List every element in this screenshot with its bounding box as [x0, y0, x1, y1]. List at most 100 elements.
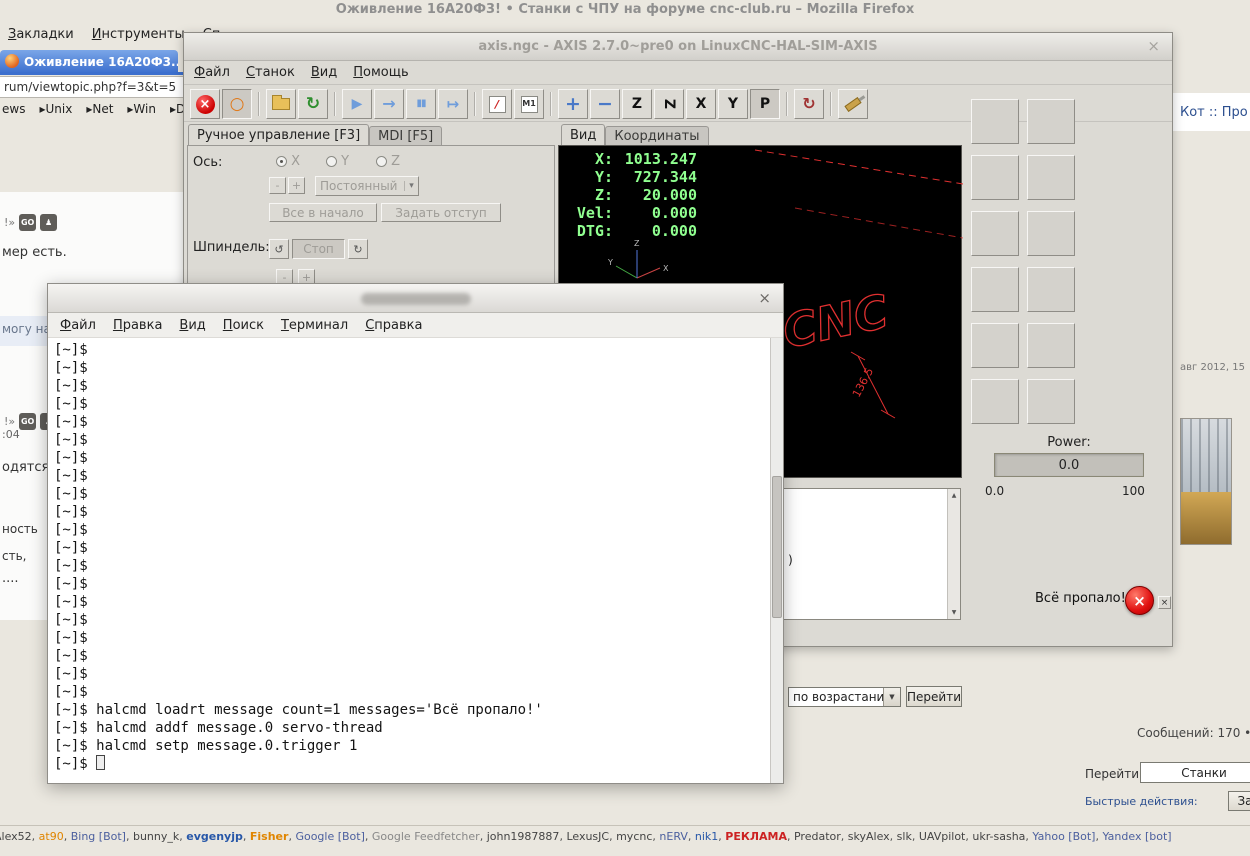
bookmark-item[interactable]: ▸Win [127, 102, 156, 116]
user-link[interactable]: evgenyjp [186, 830, 243, 843]
run-from-line-icon[interactable]: → [374, 89, 404, 119]
gcode-scrollbar[interactable]: ▲ ▼ [947, 489, 960, 619]
term-menu-item[interactable]: Вид [179, 318, 205, 333]
close-icon[interactable]: × [1147, 37, 1160, 55]
user-link[interactable]: mycnc [616, 830, 652, 843]
website-button[interactable]: GO [19, 214, 37, 231]
user-link[interactable]: skyAlex [848, 830, 890, 843]
panel-button-9[interactable] [971, 323, 1019, 368]
estop-icon[interactable]: × [190, 89, 220, 119]
term-menu-item[interactable]: Терминал [281, 318, 348, 333]
jump-select[interactable]: Станки [1140, 762, 1250, 783]
user-link[interactable]: Bing [Bot] [71, 830, 126, 843]
user-link[interactable]: at90 [39, 830, 64, 843]
pause-icon[interactable]: ▮▮ [406, 89, 436, 119]
terminal-scrollbar-thumb[interactable] [772, 476, 782, 618]
user-link[interactable]: Alex52 [0, 830, 32, 843]
zoom-in-icon[interactable]: + [558, 89, 588, 119]
user-link[interactable]: Google [Bot] [295, 830, 364, 843]
spindle-cw-icon[interactable]: ↻ [348, 239, 368, 259]
terminal-body[interactable]: [~]$ [~]$ [~]$ [~]$ [~]$ [~]$ [~]$ [~]$ [~]$ [~]$… [48, 338, 770, 783]
tab-preview[interactable]: Вид [561, 124, 606, 145]
user-link[interactable]: Fisher [250, 830, 289, 843]
panel-button-1[interactable] [971, 99, 1019, 144]
user-link[interactable]: Yahoo [Bot] [1032, 830, 1095, 843]
tab-dro[interactable]: Координаты [605, 126, 709, 145]
axis-radio-z[interactable]: Z [376, 154, 400, 169]
view-y-icon[interactable]: Y [718, 89, 748, 119]
quick-actions-button[interactable]: За [1228, 791, 1250, 811]
machine-power-icon[interactable]: ○ [222, 89, 252, 119]
zoom-out-icon[interactable]: − [590, 89, 620, 119]
topic-link[interactable]: Кот :: Про [1180, 105, 1248, 120]
axis-radio-x[interactable]: X [276, 154, 300, 169]
spindle-stop-button[interactable]: Стоп [292, 239, 345, 259]
step-icon[interactable]: ↦ [438, 89, 468, 119]
axis-radio-y[interactable]: Y [326, 154, 349, 169]
user-link[interactable]: slk [897, 830, 912, 843]
axis-menu-item[interactable]: Файл [194, 65, 230, 80]
scroll-up-icon[interactable]: ▲ [948, 490, 960, 501]
reload-icon[interactable]: ↻ [298, 89, 328, 119]
close-icon[interactable]: × [758, 289, 771, 307]
clear-plot-icon[interactable] [838, 89, 868, 119]
user-link[interactable]: Yandex [bot] [1102, 830, 1171, 843]
jog-mode-select[interactable]: Постоянный ▾ [315, 176, 419, 196]
term-menu-item[interactable]: Файл [60, 318, 96, 333]
panel-button-7[interactable] [971, 267, 1019, 312]
panel-button-3[interactable] [971, 155, 1019, 200]
view-p-icon[interactable]: P [750, 89, 780, 119]
home-all-button[interactable]: Все в начало [269, 203, 377, 222]
view-x-icon[interactable]: X [686, 89, 716, 119]
panel-button-6[interactable] [1027, 211, 1075, 256]
sort-order-select[interactable]: по возрастанию ▼ [788, 687, 901, 707]
touch-off-button[interactable]: Задать отступ [381, 203, 501, 222]
axis-menu-item[interactable]: Станок [246, 65, 295, 80]
run-icon[interactable]: ▶ [342, 89, 372, 119]
user-link[interactable]: john1987887 [487, 830, 560, 843]
jog-plus-button[interactable]: + [288, 177, 305, 194]
term-menu-item[interactable]: Поиск [223, 318, 264, 333]
view-z-rot-icon[interactable]: Z [654, 89, 684, 119]
scroll-down-icon[interactable]: ▼ [948, 607, 960, 618]
rotate-view-icon[interactable]: ↻ [794, 89, 824, 119]
user-link[interactable]: ukr-sasha [972, 830, 1025, 843]
open-file-icon[interactable] [266, 89, 296, 119]
jog-minus-button[interactable]: - [269, 177, 286, 194]
spindle-ccw-icon[interactable]: ↺ [269, 239, 289, 259]
browser-tab[interactable]: Оживление 16А20Ф3... [0, 50, 178, 73]
terminal-titlebar[interactable]: × [48, 284, 783, 313]
user-link[interactable]: UAVpilot [919, 830, 966, 843]
bookmark-item[interactable]: ews [2, 102, 25, 116]
user-link[interactable]: Predator [794, 830, 841, 843]
url-bar[interactable]: rum/viewtopic.php?f=3&t=5 [0, 76, 183, 98]
axis-titlebar[interactable]: axis.ngc - AXIS 2.7.0~pre0 on LinuxCNC-H… [184, 33, 1172, 61]
user-link[interactable]: РЕКЛАМА [725, 830, 787, 843]
optional-stop-icon[interactable]: M1 [514, 89, 544, 119]
user-link[interactable]: nik1 [695, 830, 718, 843]
tab-manual-control[interactable]: Ручное управление [F3] [188, 124, 370, 145]
panel-button-8[interactable] [1027, 267, 1075, 312]
sort-go-button[interactable]: Перейти [906, 686, 962, 707]
bookmark-item[interactable]: ▸Net [86, 102, 113, 116]
alert-close-icon[interactable]: × [1158, 596, 1171, 609]
panel-button-5[interactable] [971, 211, 1019, 256]
panel-button-12[interactable] [1027, 379, 1075, 424]
browser-menu-item[interactable]: Закладки [8, 27, 74, 42]
panel-button-11[interactable] [971, 379, 1019, 424]
view-z-icon[interactable]: Z [622, 89, 652, 119]
terminal-scrollbar[interactable] [770, 338, 783, 783]
gcode-listing[interactable]: ) ▲ ▼ [780, 488, 961, 620]
axis-menu-item[interactable]: Вид [311, 65, 337, 80]
panel-button-4[interactable] [1027, 155, 1075, 200]
tab-mdi[interactable]: MDI [F5] [369, 126, 443, 145]
term-menu-item[interactable]: Справка [365, 318, 422, 333]
user-link[interactable]: Google Feedfetcher [372, 830, 480, 843]
user-link[interactable]: LexusJC [566, 830, 609, 843]
bookmark-item[interactable]: ▸Unix [39, 102, 72, 116]
website-button[interactable]: GO [19, 413, 37, 430]
panel-button-2[interactable] [1027, 99, 1075, 144]
term-menu-item[interactable]: Правка [113, 318, 162, 333]
user-link[interactable]: nERV [659, 830, 688, 843]
browser-menu-item[interactable]: Инструменты [92, 27, 185, 42]
